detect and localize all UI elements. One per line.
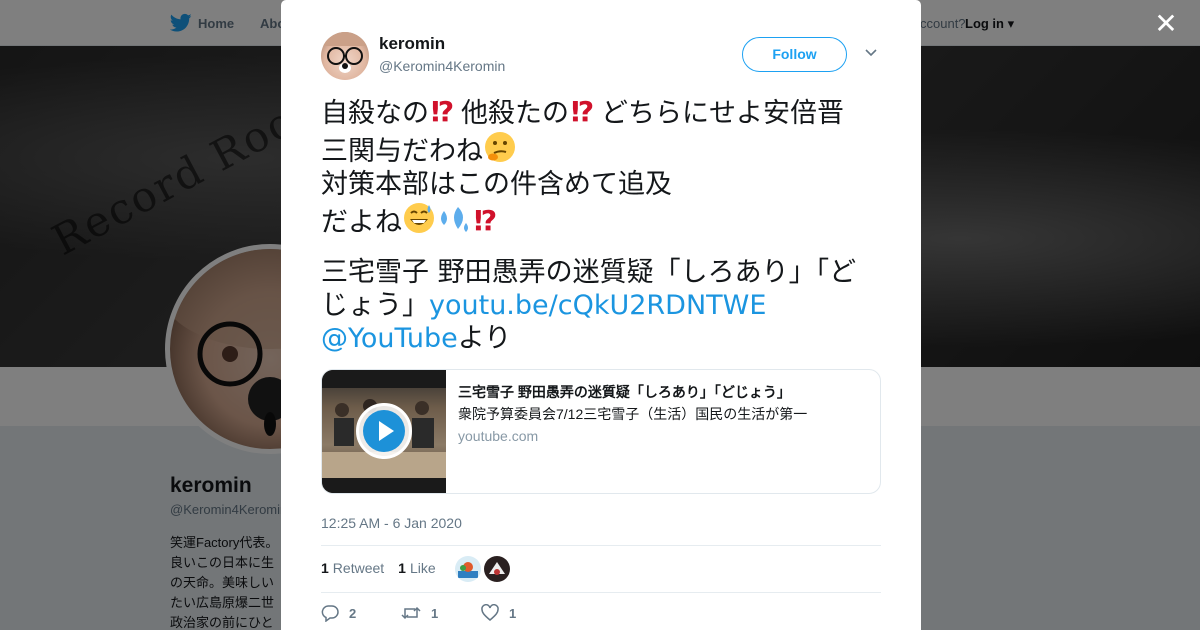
svg-text:⁉: ⁉ xyxy=(474,204,497,235)
tweet-modal: keromin @Keromin4Keromin Follow 自殺なの ⁉ 他殺た… xyxy=(281,0,921,630)
like-count: 1 xyxy=(509,605,517,621)
divider xyxy=(321,592,881,593)
liker-avatar-image xyxy=(455,556,481,582)
reply-icon xyxy=(321,605,339,622)
liker-avatar-image xyxy=(484,556,510,582)
follow-button[interactable]: Follow xyxy=(742,37,847,72)
divider xyxy=(321,545,881,546)
author-avatar[interactable] xyxy=(321,32,369,80)
sweat-droplets-emoji-icon xyxy=(441,207,468,232)
tweet-line: 三関与だわね xyxy=(321,130,881,168)
author-name[interactable]: keromin xyxy=(379,34,445,54)
play-icon[interactable] xyxy=(356,403,412,459)
tweet-timestamp[interactable]: 12:25 AM - 6 Jan 2020 xyxy=(321,515,462,531)
tweet-text-segment: より xyxy=(457,323,512,354)
youtube-short-link[interactable]: youtu.be/cQkU2RDNTWE xyxy=(429,290,766,321)
tweet-line: 三宅雪子 野田愚弄の迷質疑「しろあり」「ど xyxy=(321,257,857,288)
tweet-text-segment: どちらにせよ安倍晋 xyxy=(601,98,844,129)
like-stat[interactable]: 1 Like xyxy=(398,560,435,576)
tweet-text-segment: だよね xyxy=(321,207,402,238)
tweet-line: 自殺なの ⁉ 他殺たの ⁉ どちらにせよ安倍晋 xyxy=(321,94,881,130)
reply-count: 2 xyxy=(349,605,357,621)
card-domain: youtube.com xyxy=(458,428,539,444)
liker-avatar[interactable] xyxy=(455,556,481,582)
avatar-face-drawing xyxy=(321,32,369,73)
link-preview-card[interactable]: 三宅雪子 野田愚弄の迷質疑「しろあり」「どじょう」 衆院予算委員会7/12三宅雪… xyxy=(321,369,881,494)
tweet-line: 対策本部はこの件含めて追及 xyxy=(321,169,672,200)
tweet-stats: 1 Retweet 1 Like xyxy=(321,560,436,576)
author-handle[interactable]: @Keromin4Keromin xyxy=(379,58,505,74)
heart-icon xyxy=(481,604,499,621)
retweet-count: 1 xyxy=(431,605,439,621)
tweet-line-break xyxy=(321,239,881,256)
tweet-line: じょう」youtu.be/cQkU2RDNTWE xyxy=(321,289,881,322)
tweet-actions: 2 1 1 xyxy=(321,604,561,622)
tweet-line: @YouTubeより xyxy=(321,322,881,355)
close-icon[interactable]: ✕ xyxy=(1153,10,1179,38)
exclamation-question-emoji-icon: ⁉ xyxy=(431,95,454,126)
chevron-down-icon[interactable] xyxy=(863,44,879,60)
retweet-stat-count: 1 xyxy=(321,560,329,576)
tweet-text-segment: 他殺たの xyxy=(461,98,569,129)
like-button[interactable]: 1 xyxy=(481,604,561,622)
tweet-text-segment: 三関与だわね xyxy=(321,136,483,167)
liker-avatar[interactable] xyxy=(484,556,510,582)
like-stat-count: 1 xyxy=(398,560,406,576)
tweet-text: 自殺なの ⁉ 他殺たの ⁉ どちらにせよ安倍晋 三関与だわね 対策本部はこの件含めて追及… xyxy=(321,94,881,355)
grinning-sweat-emoji-icon xyxy=(404,203,434,233)
tweet-text-segment: じょう」 xyxy=(321,290,429,321)
video-thumbnail xyxy=(322,370,446,493)
play-circle xyxy=(363,410,405,452)
thinking-face-emoji-icon xyxy=(485,132,515,162)
tweet-text-segment: 自殺なの xyxy=(321,98,429,129)
svg-text:⁉: ⁉ xyxy=(571,95,594,126)
retweet-icon xyxy=(401,606,421,620)
retweet-stat-label: Retweet xyxy=(332,560,385,576)
exclamation-question-emoji-icon: ⁉ xyxy=(474,204,497,235)
svg-text:⁉: ⁉ xyxy=(431,95,454,126)
like-stat-label: Like xyxy=(409,560,436,576)
exclamation-question-emoji-icon: ⁉ xyxy=(571,95,594,126)
reply-button[interactable]: 2 xyxy=(321,604,401,622)
retweet-button[interactable]: 1 xyxy=(401,604,481,622)
youtube-mention-link[interactable]: @YouTube xyxy=(321,323,458,354)
play-triangle xyxy=(379,421,394,441)
retweet-stat[interactable]: 1 Retweet xyxy=(321,560,384,576)
card-description: 衆院予算委員会7/12三宅雪子（生活）国民の生活が第一 xyxy=(458,406,808,422)
card-title: 三宅雪子 野田愚弄の迷質疑「しろあり」「どじょう」 xyxy=(458,384,791,400)
tweet-line: だよね ⁉ xyxy=(321,201,881,239)
